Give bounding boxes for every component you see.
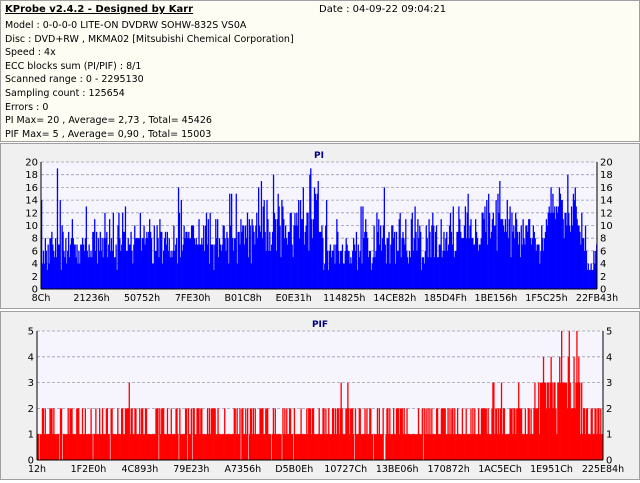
y-tick-label-left: 16 bbox=[25, 183, 38, 194]
y-tick-label-left: 1 bbox=[28, 430, 34, 441]
y-tick-label-left: 2 bbox=[32, 272, 38, 283]
data-bar bbox=[421, 408, 423, 460]
data-bar bbox=[352, 434, 355, 460]
scan-date: Date : 04-09-22 09:04:21 bbox=[319, 4, 447, 15]
y-tick-label-right: 18 bbox=[600, 170, 613, 181]
chart-title: PIF bbox=[312, 320, 328, 330]
app-title: KProbe v2.4.2 - Designed by Karr bbox=[5, 4, 194, 15]
x-tick-label: 1AC5ECh bbox=[478, 464, 522, 475]
y-tick-label-left: 20 bbox=[25, 158, 38, 169]
x-tick-label: 13BE06h bbox=[376, 464, 419, 475]
data-bar bbox=[190, 408, 192, 460]
y-tick-label-right: 1 bbox=[606, 430, 612, 441]
x-tick-label: 22FB43h bbox=[576, 293, 618, 304]
data-bar bbox=[291, 434, 294, 460]
pif-chart-panel: PIF 0 0 1 1 2 2 3 3 4 4 5 5 12h 1F2E0h 4C893h 79E23h A735… bbox=[0, 311, 640, 480]
data-bar bbox=[37, 434, 40, 460]
ecc-line: ECC blocks sum (PI/PIF) : 8/1 bbox=[5, 60, 142, 72]
data-bar bbox=[372, 434, 374, 460]
data-bar bbox=[108, 434, 110, 460]
x-tick-label: 12h bbox=[28, 464, 46, 475]
y-tick-label-left: 3 bbox=[28, 378, 34, 389]
y-tick-label-left: 12 bbox=[25, 208, 38, 219]
speed-line: Speed : 4x bbox=[5, 47, 56, 59]
x-tick-label: 4C893h bbox=[121, 464, 158, 475]
pi-summary-line: PI Max= 20 , Average= 2,73 , Total= 4542… bbox=[5, 115, 212, 127]
y-tick-label-right: 8 bbox=[600, 234, 606, 245]
y-tick-label-right: 2 bbox=[600, 272, 606, 283]
sampling-line: Sampling count : 125654 bbox=[5, 88, 125, 99]
y-tick-label-right: 2 bbox=[606, 404, 612, 415]
chart-title: PI bbox=[314, 151, 324, 161]
x-tick-label: 79E23h bbox=[173, 464, 209, 475]
y-tick-label-right: 12 bbox=[600, 208, 613, 219]
pif-summary-line: PIF Max= 5 , Average= 0,90 , Total= 1500… bbox=[5, 128, 212, 140]
data-bar bbox=[91, 434, 93, 460]
errors-line: Errors : 0 bbox=[5, 101, 49, 113]
y-tick-label-left: 4 bbox=[28, 352, 34, 363]
info-panel: KProbe v2.4.2 - Designed by Karr Date : … bbox=[0, 0, 640, 142]
x-tick-label: 8Ch bbox=[32, 293, 51, 304]
pif-chart: PIF0 01 12 23 34 45 512h 1F2E0h 4C893h 79E23h A735… bbox=[28, 320, 625, 475]
y-tick-label-left: 2 bbox=[28, 404, 34, 415]
x-tick-label: 50752h bbox=[124, 293, 160, 304]
data-bar bbox=[382, 408, 384, 460]
y-tick-label-left: 5 bbox=[28, 327, 34, 338]
y-tick-label-right: 6 bbox=[600, 246, 606, 257]
data-bar bbox=[60, 408, 63, 460]
range-line: Scanned range : 0 - 2295130 bbox=[5, 74, 144, 86]
x-tick-label: B01C8h bbox=[225, 293, 262, 304]
x-tick-label: 185D4Fh bbox=[424, 293, 467, 304]
y-tick-label-right: 4 bbox=[600, 259, 606, 270]
y-tick-label-right: 20 bbox=[600, 158, 613, 169]
y-tick-label-right: 5 bbox=[606, 327, 612, 338]
data-bar bbox=[246, 408, 249, 460]
pi-chart-panel: PI 0 0 2 2 4 4 6 6 8 8 10 10 12 12 14 14 16 16 18 18 20 20 8Ch 2… bbox=[0, 143, 640, 309]
x-tick-label: 225E84h bbox=[582, 464, 624, 475]
y-tick-label-right: 16 bbox=[600, 183, 613, 194]
y-tick-label-left: 8 bbox=[32, 234, 38, 245]
y-tick-label-left: 18 bbox=[25, 170, 38, 181]
data-bar bbox=[239, 408, 241, 460]
x-tick-label: 114825h bbox=[323, 293, 365, 304]
data-bar bbox=[57, 434, 60, 460]
x-tick-label: 1E951Ch bbox=[530, 464, 573, 475]
x-tick-label: 1F2E0h bbox=[71, 464, 107, 475]
x-tick-label: 7FE30h bbox=[175, 293, 211, 304]
y-tick-label-left: 10 bbox=[25, 221, 38, 232]
x-tick-label: D5B0Eh bbox=[275, 464, 313, 475]
x-tick-label: 170872h bbox=[427, 464, 469, 475]
x-tick-label: A7356h bbox=[224, 464, 261, 475]
data-bar bbox=[269, 434, 272, 460]
y-tick-label-right: 10 bbox=[600, 221, 613, 232]
y-tick-label-right: 14 bbox=[600, 196, 613, 207]
data-bar bbox=[157, 408, 159, 460]
x-tick-label: E0E31h bbox=[276, 293, 312, 304]
x-tick-label: 1BE156h bbox=[475, 293, 518, 304]
x-tick-label: 1F5C25h bbox=[525, 293, 567, 304]
x-tick-label: 14CE82h bbox=[373, 293, 416, 304]
x-tick-label: 10727Ch bbox=[324, 464, 367, 475]
data-bar bbox=[185, 408, 188, 460]
y-tick-label-right: 4 bbox=[606, 352, 612, 363]
y-tick-label-left: 4 bbox=[32, 259, 38, 270]
data-bar bbox=[280, 434, 282, 460]
model-line: Model : 0-0-0-0 LITE-ON DVDRW SOHW-832S … bbox=[5, 20, 247, 31]
y-tick-label-right: 3 bbox=[606, 378, 612, 389]
y-tick-label-left: 6 bbox=[32, 246, 38, 257]
y-tick-label-left: 14 bbox=[25, 196, 38, 207]
data-bar bbox=[177, 434, 179, 460]
pi-chart: PI0 02 24 46 68 810 1012 1214 1416 1618 1820 208Ch 2… bbox=[25, 151, 618, 304]
x-tick-label: 21236h bbox=[73, 293, 109, 304]
disc-line: Disc : DVD+RW , MKMA02 [Mitsubishi Chemi… bbox=[5, 33, 294, 45]
